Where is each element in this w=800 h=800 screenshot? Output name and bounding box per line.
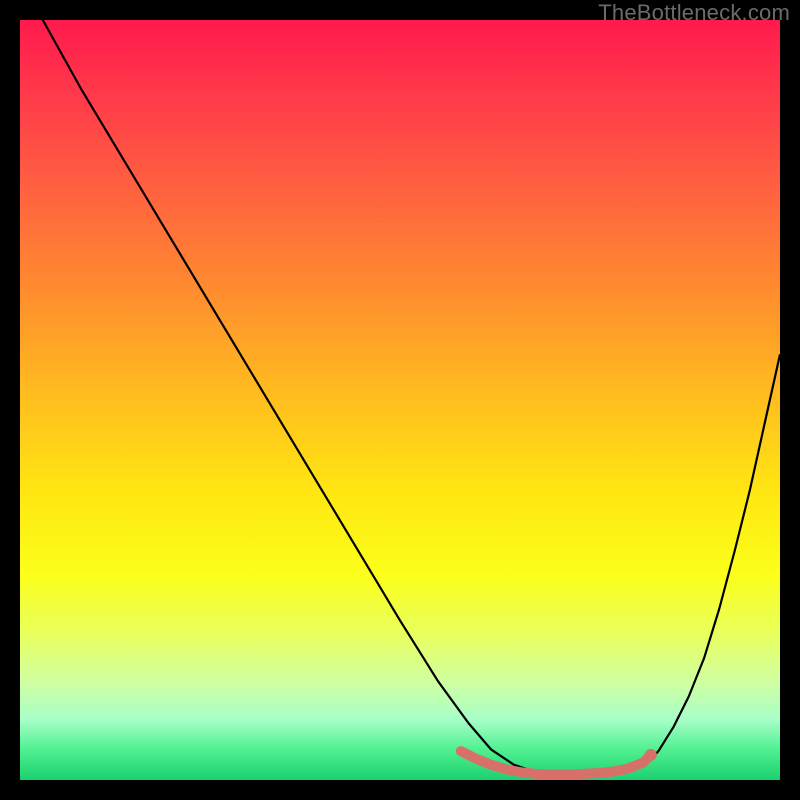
canvas-frame: TheBottleneck.com	[0, 0, 800, 800]
chart-svg	[20, 20, 780, 780]
plot-area	[20, 20, 780, 780]
valley-marker	[461, 751, 651, 775]
valley-endpoint-dot	[645, 749, 657, 761]
watermark-text: TheBottleneck.com	[598, 0, 790, 26]
bottleneck-curve	[20, 20, 780, 776]
